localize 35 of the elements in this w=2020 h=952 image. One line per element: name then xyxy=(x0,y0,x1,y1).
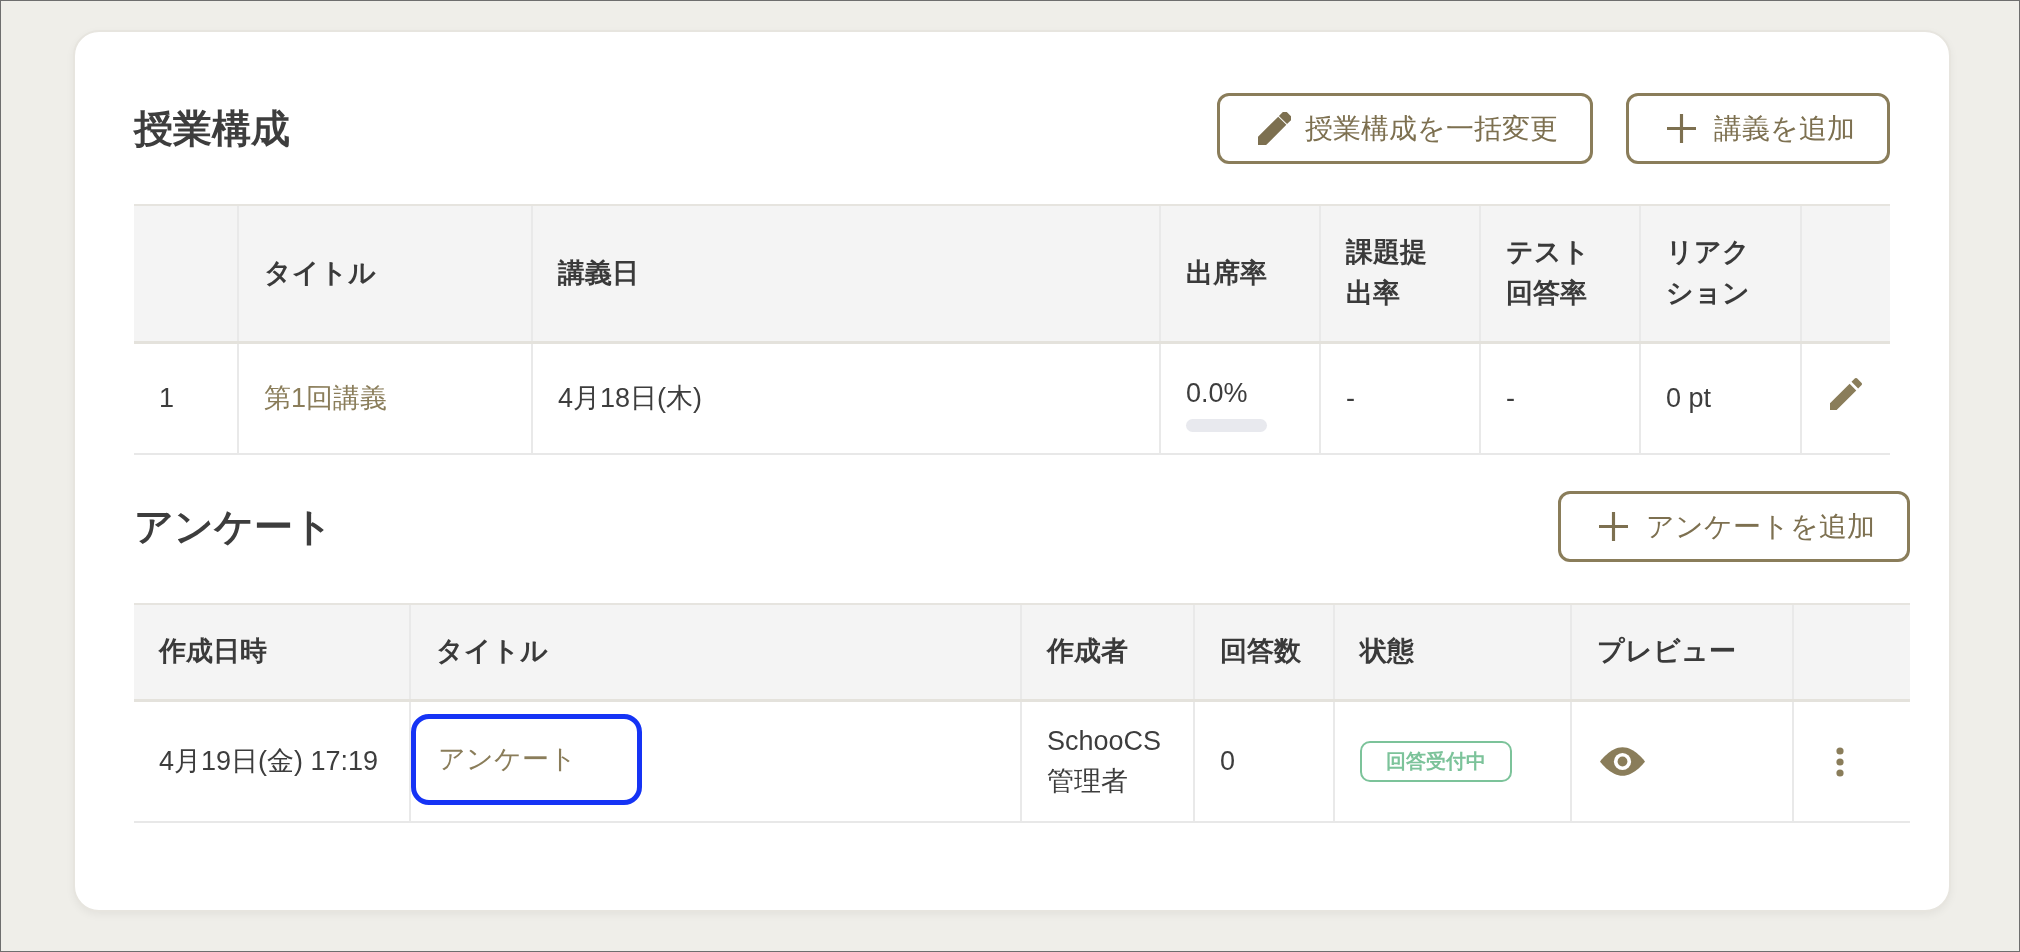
column-header: 講義日 xyxy=(532,205,1160,342)
status-badge: 回答受付中 xyxy=(1360,740,1512,782)
pencil-icon xyxy=(1258,112,1291,145)
column-header: 課題提出率 xyxy=(1320,205,1480,342)
table-cell: 4月19日(金) 17:19 xyxy=(134,700,410,822)
table-cell: 4月18日(木) xyxy=(532,342,1160,454)
table-cell: 0 pt xyxy=(1640,342,1801,454)
column-header: タイトル xyxy=(238,205,532,342)
column-header: 回答数 xyxy=(1194,604,1334,700)
table-cell: - xyxy=(1480,342,1640,454)
survey-title-link[interactable]: アンケート xyxy=(438,741,577,778)
column-header: 作成者 xyxy=(1021,604,1194,700)
table-cell: - xyxy=(1320,342,1480,454)
table-cell: SchooCS 管理者 xyxy=(1021,700,1194,822)
lecture-title-link[interactable]: 第1回講義 xyxy=(264,383,388,414)
table-cell: 1 xyxy=(134,342,238,454)
section-title: アンケート xyxy=(134,503,333,550)
plus-icon xyxy=(1599,512,1628,541)
column-header: 作成日時 xyxy=(134,604,410,700)
table-cell: 0 xyxy=(1194,700,1334,822)
column-header: プレビュー xyxy=(1571,604,1793,700)
add-button[interactable]: 講義を追加 xyxy=(1626,93,1890,164)
column-header: 状態 xyxy=(1334,604,1571,700)
kebab-menu-icon[interactable] xyxy=(1836,747,1844,778)
column-header: テスト回答率 xyxy=(1480,205,1640,342)
attendance-rate: 0.0% xyxy=(1186,378,1248,410)
add-button[interactable]: アンケートを追加 xyxy=(1558,491,1910,562)
plus-icon xyxy=(1667,114,1696,143)
column-header: 出席率 xyxy=(1160,205,1320,342)
column-header: タイトル xyxy=(410,604,1021,700)
bulk-edit-button[interactable]: 授業構成を一括変更 xyxy=(1217,93,1593,164)
column-header: リアクション xyxy=(1640,205,1801,342)
pencil-icon[interactable] xyxy=(1830,378,1862,411)
eye-icon[interactable] xyxy=(1600,746,1645,776)
section-title: 授業構成 xyxy=(134,105,290,152)
